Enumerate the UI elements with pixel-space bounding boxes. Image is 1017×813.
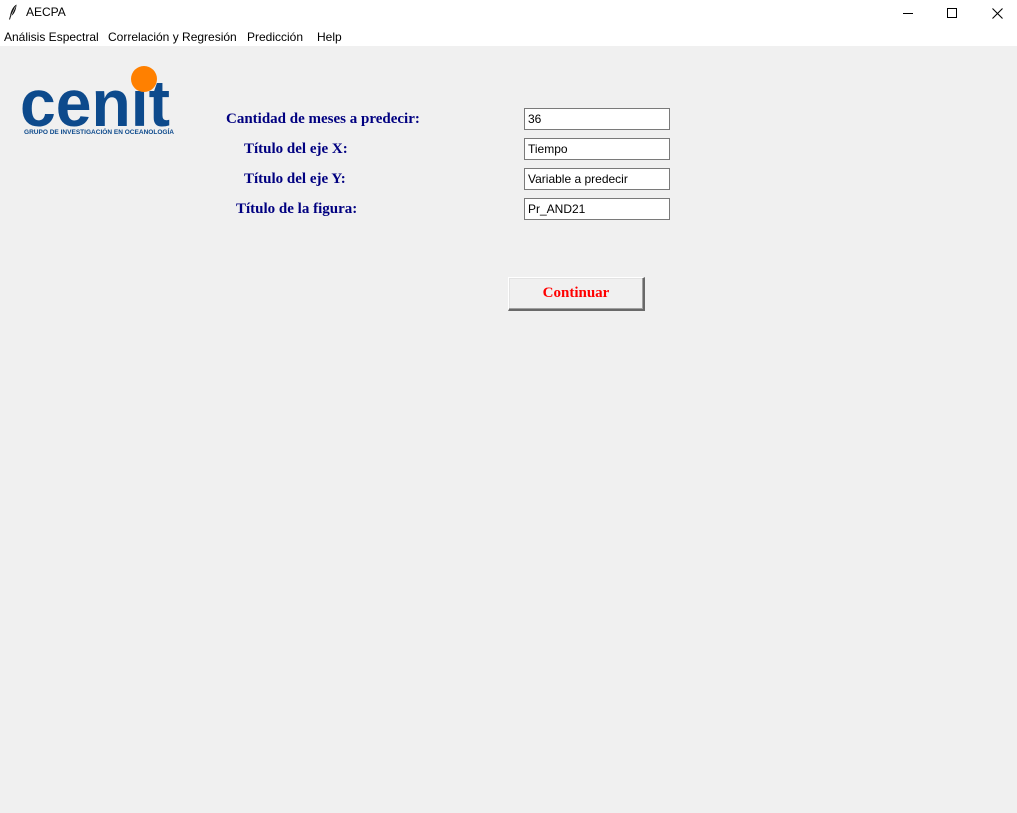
continuar-button[interactable]: Continuar <box>508 277 645 311</box>
menu-prediccion[interactable]: Predicción <box>247 30 303 44</box>
feather-icon <box>8 4 18 20</box>
eje-x-label: Título del eje X: <box>244 141 348 157</box>
eje-y-input[interactable] <box>524 168 670 190</box>
figura-input[interactable] <box>524 198 670 220</box>
maximize-icon <box>947 8 957 18</box>
figura-label: Título de la figura: <box>236 201 358 217</box>
close-button[interactable] <box>974 0 1017 26</box>
minimize-button[interactable] <box>885 0 931 26</box>
svg-text:GRUPO DE INVESTIGACIÓN EN OCEA: GRUPO DE INVESTIGACIÓN EN OCEANOLOGÍA <box>24 127 174 136</box>
window-title: AECPA <box>26 5 66 19</box>
menu-correlacion-regresion[interactable]: Correlación y Regresión <box>108 30 237 44</box>
meses-label: Cantidad de meses a predecir: <box>226 111 420 127</box>
close-icon <box>991 7 1003 19</box>
menu-help[interactable]: Help <box>317 30 342 44</box>
eje-x-input[interactable] <box>524 138 670 160</box>
menu-bar: Análisis Espectral Correlación y Regresi… <box>0 26 1017 46</box>
eje-y-label: Título del eje Y: <box>244 171 346 187</box>
maximize-button[interactable] <box>929 0 975 26</box>
minimize-icon <box>903 8 913 18</box>
menu-analisis-espectral[interactable]: Análisis Espectral <box>4 30 99 44</box>
cenit-logo: cenit GRUPO DE INVESTIGACIÓN EN OCEANOLO… <box>20 62 175 140</box>
title-bar: AECPA <box>0 0 1017 26</box>
meses-input[interactable] <box>524 108 670 130</box>
